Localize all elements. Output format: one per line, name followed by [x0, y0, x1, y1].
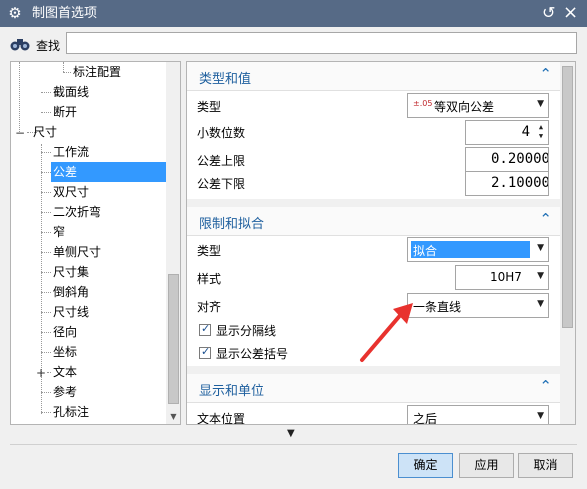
collapse-icon[interactable]: − [14, 127, 26, 139]
tree-item-radial[interactable]: 径向 [53, 322, 77, 342]
binoculars-icon [10, 39, 30, 51]
expand-down-icon[interactable]: ▼ [287, 428, 295, 439]
tree-item-secondary-bend[interactable]: 二次折弯 [53, 202, 101, 222]
tree-item-hole-callout[interactable]: 孔标注 [53, 402, 89, 422]
fit-type-label: 类型 [197, 244, 222, 258]
tree-item-reference[interactable]: 参考 [53, 382, 77, 402]
fit-style-value: 10H7 [490, 270, 522, 284]
section-divider [187, 199, 560, 207]
collapse-up-icon[interactable]: ⌃ [539, 210, 552, 228]
tree-item-dimension-line[interactable]: 尺寸线 [53, 302, 89, 322]
lower-limit-label: 公差下限 [197, 177, 246, 191]
tree-item-dimension[interactable]: 尺寸 [33, 122, 57, 142]
find-label: 查找 [36, 39, 61, 53]
separator-checkbox[interactable] [199, 322, 211, 336]
window-title: 制图首选项 [32, 6, 98, 21]
tree-item-tolerance[interactable]: 公差 [51, 162, 168, 182]
text-position-select[interactable]: 之后 ▼ [407, 405, 549, 425]
tree-item-annotation-config[interactable]: 标注配置 [73, 62, 121, 82]
fit-style-select[interactable]: 10H7 ▼ [455, 265, 549, 290]
tolerance-type-select[interactable]: ±.05 等双向公差 ▼ [407, 93, 549, 118]
chevron-down-icon: ▼ [537, 271, 544, 281]
decimals-stepper[interactable]: 4 ▲ ▼ [465, 120, 549, 145]
tree-item-single-sided[interactable]: 单侧尺寸 [53, 242, 101, 262]
align-select[interactable]: 一条直线 ▼ [407, 293, 549, 318]
category-tree[interactable]: 标注配置 截面线 断开 − 尺寸 工作流 公差 双尺寸 二次折弯 窄 单侧尺寸 … [10, 61, 181, 425]
text-position-label: 文本位置 [197, 412, 246, 425]
chevron-down-icon: ▼ [537, 299, 544, 309]
collapse-up-icon[interactable]: ⌃ [539, 377, 552, 395]
tree-item-chamfer[interactable]: 倒斜角 [53, 282, 89, 302]
collapse-up-icon[interactable]: ⌃ [539, 65, 552, 83]
section-divider [187, 366, 560, 374]
type-label: 类型 [197, 100, 222, 114]
tree-item-workflow[interactable]: 工作流 [53, 142, 89, 162]
lower-limit-input[interactable]: 2.10000 [465, 171, 549, 196]
tolerance-symbol-icon: ±.05 [413, 99, 433, 108]
tree-item-section-line[interactable]: 截面线 [53, 82, 89, 102]
apply-button[interactable]: 应用 [459, 453, 514, 478]
tree-item-break[interactable]: 断开 [53, 102, 77, 122]
section-header-type-value[interactable]: 类型和值 ⌃ [187, 62, 560, 91]
ok-button[interactable]: 确定 [398, 453, 453, 478]
decimals-label: 小数位数 [197, 126, 246, 140]
separator-checkbox-label: 显示分隔线 [216, 324, 277, 338]
style-label: 样式 [197, 272, 222, 286]
footer-divider [10, 444, 577, 445]
tree-item-text[interactable]: 文本 [53, 362, 77, 382]
reset-icon[interactable]: ↺ [542, 4, 555, 22]
section-header-limits-fits[interactable]: 限制和拟合 ⌃ [187, 207, 560, 236]
scroll-down-icon[interactable]: ▼ [166, 412, 180, 422]
tree-item-narrow[interactable]: 窄 [53, 222, 65, 242]
cancel-button[interactable]: 取消 [518, 453, 573, 478]
tree-item-coordinate[interactable]: 坐标 [53, 342, 77, 362]
chevron-down-icon: ▼ [537, 411, 544, 421]
section-title-limits-fits: 限制和拟合 [199, 217, 265, 232]
tolerance-type-value: 等双向公差 [434, 100, 495, 114]
tree-scrollbar-thumb[interactable] [168, 274, 179, 404]
brackets-checkbox-label: 显示公差括号 [216, 347, 289, 361]
text-position-value: 之后 [413, 412, 438, 425]
chevron-down-icon: ▼ [537, 243, 544, 253]
settings-panel: 类型和值 ⌃ 类型 ±.05 等双向公差 ▼ 小数位数 4 ▲ ▼ 公差上限 0… [186, 61, 576, 425]
close-icon[interactable]: × [563, 3, 578, 22]
section-title-type-value: 类型和值 [199, 72, 252, 87]
gear-icon: ⚙ [8, 4, 22, 22]
fit-type-select[interactable]: 拟合 ▼ [407, 237, 549, 262]
panel-scrollbar-thumb[interactable] [562, 66, 573, 328]
chevron-down-icon: ▼ [537, 99, 544, 109]
section-header-display-units[interactable]: 显示和单位 ⌃ [187, 374, 560, 403]
align-label: 对齐 [197, 300, 222, 314]
find-input[interactable] [66, 32, 577, 54]
title-bar: ⚙ 制图首选项 ↺ × [0, 0, 587, 27]
annotation-arrow [360, 303, 413, 362]
fit-type-value: 拟合 [413, 244, 438, 258]
section-title-display-units: 显示和单位 [199, 384, 265, 399]
brackets-checkbox[interactable] [199, 345, 211, 359]
spin-down-icon[interactable]: ▼ [536, 132, 546, 141]
tree-item-dimension-set[interactable]: 尺寸集 [53, 262, 89, 282]
upper-limit-input[interactable]: 0.20000 [465, 147, 549, 172]
spin-up-icon[interactable]: ▲ [536, 123, 546, 132]
expand-icon[interactable]: + [35, 367, 47, 379]
upper-limit-label: 公差上限 [197, 154, 246, 168]
tree-item-dual-dimension[interactable]: 双尺寸 [53, 182, 89, 202]
